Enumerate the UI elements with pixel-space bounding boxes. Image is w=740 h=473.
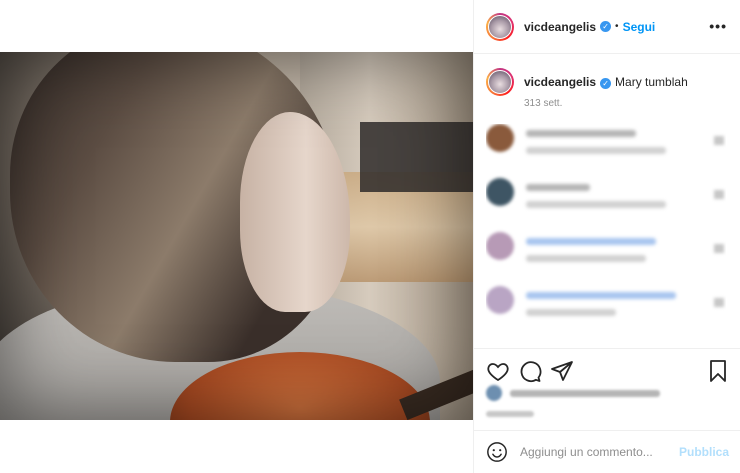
- comments-list: [486, 124, 726, 348]
- add-comment-bar: Pubblica: [474, 430, 740, 473]
- header-separator: •: [615, 21, 619, 32]
- comment-icon[interactable]: [518, 359, 542, 383]
- verified-badge-icon: ✓: [600, 78, 612, 89]
- paper-plane-icon[interactable]: [550, 359, 574, 383]
- follow-button[interactable]: Segui: [623, 20, 656, 34]
- heart-icon[interactable]: [486, 359, 510, 383]
- comment-item: [486, 232, 726, 286]
- post-photo[interactable]: [0, 52, 473, 420]
- more-options-icon[interactable]: •••: [709, 18, 727, 34]
- comment-input[interactable]: [520, 445, 680, 459]
- comment-content-blurred: [526, 178, 666, 232]
- comment-avatar[interactable]: [486, 232, 514, 260]
- heart-icon[interactable]: [714, 136, 724, 145]
- heart-icon[interactable]: [714, 298, 724, 307]
- comment-item: [486, 124, 726, 178]
- comment-item: [486, 178, 726, 232]
- caption-text-block: vicdeangelis ✓ Mary tumblah 313 sett.: [524, 68, 688, 112]
- post-media: [0, 0, 473, 473]
- comment-item: [486, 286, 726, 340]
- verified-badge-icon: ✓: [600, 21, 612, 32]
- author-avatar[interactable]: [486, 12, 514, 41]
- comment-avatar[interactable]: [486, 178, 514, 206]
- author-username[interactable]: vicdeangelis: [524, 20, 596, 34]
- caption-timestamp[interactable]: 313 sett.: [524, 96, 688, 112]
- caption-avatar[interactable]: [486, 68, 514, 96]
- comment-avatar[interactable]: [486, 286, 514, 314]
- publish-button[interactable]: Pubblica: [679, 445, 729, 459]
- post-header: vicdeangelis ✓ • Segui •••: [474, 0, 740, 54]
- post-caption: vicdeangelis ✓ Mary tumblah 313 sett.: [486, 68, 726, 112]
- heart-icon[interactable]: [714, 190, 724, 199]
- instagram-post: vicdeangelis ✓ • Segui ••• vicdeangelis ✓…: [0, 0, 740, 473]
- comment-avatar[interactable]: [486, 124, 514, 152]
- comment-content-blurred: [526, 124, 666, 178]
- post-actions: [474, 348, 740, 430]
- post-sidebar: vicdeangelis ✓ • Segui ••• vicdeangelis ✓…: [473, 0, 740, 473]
- likes-summary-blurred[interactable]: [486, 385, 660, 401]
- comment-content-blurred: [526, 286, 676, 340]
- caption-username[interactable]: vicdeangelis: [524, 75, 596, 89]
- emoji-icon[interactable]: [486, 441, 508, 463]
- bookmark-icon[interactable]: [706, 359, 730, 383]
- comment-content-blurred: [526, 232, 656, 286]
- heart-icon[interactable]: [714, 244, 724, 253]
- post-date-blurred: [486, 411, 534, 417]
- caption-text: Mary tumblah: [615, 75, 688, 89]
- photo-vignette: [0, 52, 473, 420]
